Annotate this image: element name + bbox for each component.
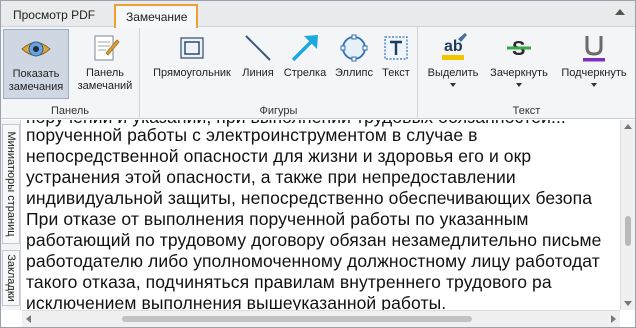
show-annotations-label: Показать замечания: [8, 68, 64, 93]
scroll-down-icon[interactable]: [624, 301, 632, 306]
document-line: исключением выполнения вышеуказанной раб…: [26, 293, 447, 310]
text-box-button[interactable]: Текст: [378, 29, 414, 99]
ellipse-label: Эллипс: [335, 67, 373, 79]
strikeout-label: Зачеркнуть: [490, 67, 548, 79]
page-thumbnails-label: Миниатюры страниц: [5, 131, 17, 237]
tab-pdf-viewer[interactable]: Просмотр PDF: [3, 4, 105, 28]
show-annotations-button[interactable]: Показать замечания: [3, 29, 69, 99]
annotations-panel-button[interactable]: Панель замечаний: [73, 29, 137, 99]
tab-annotation[interactable]: Замечание: [114, 4, 198, 28]
underline-icon: [583, 36, 605, 62]
document-line: индивидуальной защиты, непосредственно о…: [26, 188, 593, 208]
bookmarks-label: Закладки: [5, 254, 17, 302]
strikeout-icon: S: [507, 38, 531, 60]
arrow-label: Стрелка: [283, 67, 327, 79]
tab-bookmarks[interactable]: Закладки: [2, 250, 20, 306]
document-line: устранения этой опасности, а также при н…: [26, 167, 516, 187]
tab-page-thumbnails[interactable]: Миниатюры страниц: [2, 124, 20, 244]
shapes-group: Прямоугольник Линия Стрелка Эллипс Текст…: [140, 27, 418, 119]
panel-group-label: Панель: [50, 105, 89, 117]
document-line: При отказе от выполнения порученной рабо…: [26, 209, 529, 229]
scroll-right-icon[interactable]: [611, 315, 616, 323]
notes-panel-icon: [94, 35, 120, 61]
scroll-left-icon[interactable]: [26, 315, 31, 323]
eye-icon: [21, 41, 51, 57]
document-view[interactable]: поручений и указаний, при выполнении тру…: [22, 120, 620, 310]
highlight-dropdown-icon[interactable]: [450, 83, 456, 87]
shapes-group-label: Фигуры: [259, 105, 298, 117]
strikeout-button[interactable]: S Зачеркнуть: [484, 29, 554, 99]
document-line: работающий по трудовому договору обязан …: [26, 230, 602, 250]
collapse-ribbon-icon[interactable]: [615, 9, 625, 15]
document-line: работодателю либо уполномоченному должно…: [26, 251, 600, 271]
vertical-scrollbar[interactable]: [620, 120, 635, 310]
highlight-label: Выделить: [427, 67, 479, 79]
highlight-icon: ab: [442, 33, 467, 60]
underline-dropdown-icon[interactable]: [591, 83, 597, 87]
ellipse-button[interactable]: Эллипс: [332, 29, 376, 99]
rectangle-button[interactable]: Прямоугольник: [146, 29, 238, 99]
highlight-button[interactable]: ab Выделить: [422, 29, 484, 99]
rectangle-icon: [180, 37, 204, 59]
side-panel-tabs: Миниатюры страниц Закладки: [1, 120, 21, 310]
document-line: такого отказа, подчиняться правилам внут…: [26, 272, 552, 292]
vertical-scroll-thumb[interactable]: [625, 216, 631, 246]
line-button[interactable]: Линия: [238, 29, 278, 99]
app-window: Просмотр PDF Замечание Показать замечани…: [0, 0, 636, 328]
line-icon: [245, 35, 271, 61]
ribbon-tab-bar: Просмотр PDF Замечание: [1, 1, 635, 28]
underline-label: Подчеркнуть: [561, 67, 627, 79]
strikeout-dropdown-icon[interactable]: [516, 83, 522, 87]
ribbon: Показать замечания Панель замечаний Пане…: [1, 27, 635, 119]
scroll-up-icon[interactable]: [624, 124, 632, 129]
annotations-panel-label: Панель замечаний: [77, 67, 133, 92]
arrow-button[interactable]: Стрелка: [280, 29, 330, 99]
text-box-icon: [384, 36, 408, 60]
document-line: порученной работы с электроинструментом …: [26, 125, 478, 145]
underline-button[interactable]: Подчеркнуть: [556, 29, 632, 99]
text-group: ab Выделить S Зачеркнуть: [418, 27, 635, 119]
document-line: непосредственной опасности для жизни и з…: [26, 146, 532, 166]
text-box-label: Текст: [382, 67, 410, 79]
text-group-label: Текст: [512, 105, 541, 117]
ellipse-icon: [340, 34, 368, 62]
horizontal-scrollbar[interactable]: [22, 310, 620, 327]
arrow-icon: [291, 35, 318, 62]
rectangle-label: Прямоугольник: [153, 67, 231, 79]
panel-group: Показать замечания Панель замечаний Пане…: [1, 27, 140, 119]
horizontal-scroll-thumb[interactable]: [122, 316, 472, 322]
line-label: Линия: [242, 67, 274, 79]
